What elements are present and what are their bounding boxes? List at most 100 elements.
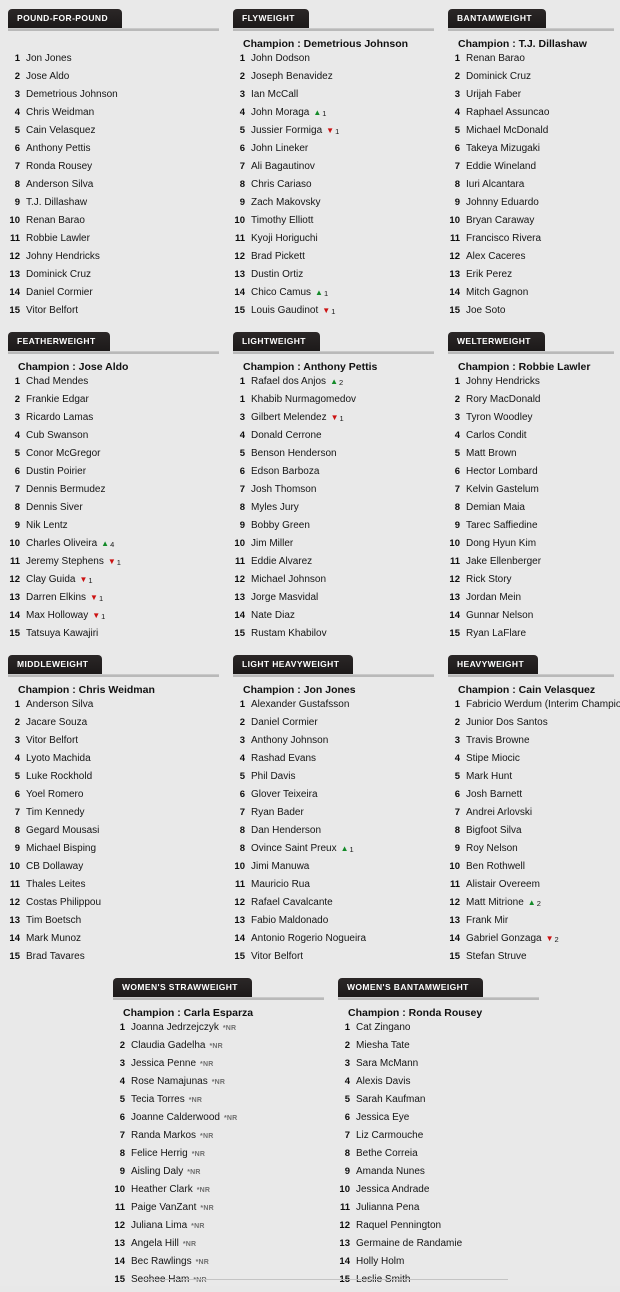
fighter-row[interactable]: 12 Juliana Lima *NR [105, 1220, 330, 1238]
fighter-name[interactable]: Hector Lombard [466, 466, 538, 477]
fighter-name[interactable]: Cub Swanson [26, 430, 88, 441]
fighter-name[interactable]: CB Dollaway [26, 861, 83, 872]
fighter-row[interactable]: 11 Thales Leites [0, 879, 225, 897]
fighter-name[interactable]: Chris Weidman [26, 107, 94, 118]
fighter-name[interactable]: Frank Mir [466, 915, 508, 926]
fighter-row[interactable]: 10 Dong Hyun Kim [440, 538, 620, 556]
fighter-name[interactable]: Rashad Evans [251, 753, 316, 764]
fighter-row[interactable]: 8 Anderson Silva [0, 179, 225, 197]
fighter-name[interactable]: Cat Zingano [356, 1022, 410, 1033]
fighter-name[interactable]: Frankie Edgar [26, 394, 89, 405]
fighter-name[interactable]: Renan Barao [466, 53, 525, 64]
fighter-name[interactable]: Bobby Green [251, 520, 310, 531]
fighter-name[interactable]: Anthony Johnson [251, 735, 328, 746]
fighter-row[interactable]: 13 Fabio Maldonado [225, 915, 440, 933]
fighter-name[interactable]: Tatsuya Kawajiri [26, 628, 98, 639]
fighter-name[interactable]: Iuri Alcantara [466, 179, 524, 190]
division-title-tab[interactable]: BANTAMWEIGHT [448, 9, 546, 28]
fighter-row[interactable]: 6 Dustin Poirier [0, 466, 225, 484]
fighter-row[interactable]: 6 John Lineker [225, 143, 440, 161]
fighter-name[interactable]: Glover Teixeira [251, 789, 318, 800]
fighter-row[interactable]: 11 Robbie Lawler [0, 233, 225, 251]
fighter-row[interactable]: 6 Jessica Eye [330, 1112, 545, 1130]
fighter-row[interactable]: 14 Nate Diaz [225, 610, 440, 628]
fighter-row[interactable]: 5 Benson Henderson [225, 448, 440, 466]
fighter-row[interactable]: 5 Matt Brown [440, 448, 620, 466]
fighter-name[interactable]: Tarec Saffiedine [466, 520, 538, 531]
fighter-name[interactable]: Ryan LaFlare [466, 628, 526, 639]
fighter-name[interactable]: Eddie Alvarez [251, 556, 312, 567]
fighter-name[interactable]: Germaine de Randamie [356, 1238, 462, 1249]
fighter-name[interactable]: Sarah Kaufman [356, 1094, 426, 1105]
fighter-row[interactable]: 15 Stefan Struve [440, 951, 620, 969]
fighter-row[interactable]: 9 Nik Lentz [0, 520, 225, 538]
fighter-row[interactable]: 11 Eddie Alvarez [225, 556, 440, 574]
fighter-row[interactable]: 8 Bethe Correia [330, 1148, 545, 1166]
fighter-row[interactable]: 11 Alistair Overeem [440, 879, 620, 897]
fighter-row[interactable]: 4 John Moraga ▲ 1 [225, 107, 440, 125]
fighter-name[interactable]: Carlos Condit [466, 430, 527, 441]
fighter-row[interactable]: 15 Brad Tavares [0, 951, 225, 969]
fighter-name[interactable]: Charles Oliveira [26, 538, 97, 549]
fighter-row[interactable]: 8 Iuri Alcantara [440, 179, 620, 197]
fighter-row[interactable]: 2 Joseph Benavidez [225, 71, 440, 89]
fighter-name[interactable]: Demian Maia [466, 502, 525, 513]
fighter-name[interactable]: Josh Thomson [251, 484, 316, 495]
fighter-name[interactable]: Aisling Daly [131, 1166, 183, 1177]
fighter-name[interactable]: Luke Rockhold [26, 771, 92, 782]
fighter-name[interactable]: Brad Tavares [26, 951, 85, 962]
fighter-row[interactable]: 6 Edson Barboza [225, 466, 440, 484]
fighter-row[interactable]: 6 Yoel Romero [0, 789, 225, 807]
fighter-name[interactable]: Kyoji Horiguchi [251, 233, 318, 244]
fighter-row[interactable]: 11 Kyoji Horiguchi [225, 233, 440, 251]
fighter-row[interactable]: 15Leslie Smith [330, 1274, 545, 1292]
fighter-name[interactable]: Dong Hyun Kim [466, 538, 536, 549]
fighter-row[interactable]: 15 Rustam Khabilov [225, 628, 440, 646]
fighter-name[interactable]: Clay Guida [26, 574, 75, 585]
fighter-row[interactable]: 15 Vitor Belfort [225, 951, 440, 969]
division-title-tab[interactable]: FEATHERWEIGHT [8, 332, 110, 351]
fighter-row[interactable]: 10 Jimi Manuwa [225, 861, 440, 879]
fighter-name[interactable]: Francisco Rivera [466, 233, 541, 244]
fighter-name[interactable]: Stipe Miocic [466, 753, 520, 764]
fighter-name[interactable]: John Dodson [251, 53, 310, 64]
fighter-name[interactable]: Randa Markos [131, 1130, 196, 1141]
fighter-row[interactable]: 1 Johny Hendricks [440, 376, 620, 394]
fighter-row[interactable]: 1 Anderson Silva [0, 699, 225, 717]
fighter-row[interactable]: 9 Johnny Eduardo [440, 197, 620, 215]
fighter-row[interactable]: 2 Rory MacDonald [440, 394, 620, 412]
fighter-row[interactable]: 14 Gabriel Gonzaga ▼ 2 [440, 933, 620, 951]
fighter-name[interactable]: Gunnar Nelson [466, 610, 533, 621]
fighter-name[interactable]: Darren Elkins [26, 592, 86, 603]
fighter-row[interactable]: 8 Ovince Saint Preux ▲ 1 [225, 843, 440, 861]
fighter-name[interactable]: Rose Namajunas [131, 1076, 208, 1087]
fighter-row[interactable]: 7 Ryan Bader [225, 807, 440, 825]
fighter-row[interactable]: 1 Fabricio Werdum (Interim Champion) [440, 699, 620, 717]
fighter-row[interactable]: 3 Ricardo Lamas [0, 412, 225, 430]
fighter-row[interactable]: 8 Demian Maia [440, 502, 620, 520]
fighter-name[interactable]: T.J. Dillashaw [26, 197, 87, 208]
fighter-row[interactable]: 2 Junior Dos Santos [440, 717, 620, 735]
fighter-row[interactable]: 10 Ben Rothwell [440, 861, 620, 879]
fighter-row[interactable]: 7 Ronda Rousey [0, 161, 225, 179]
fighter-row[interactable]: 10 CB Dollaway [0, 861, 225, 879]
fighter-name[interactable]: Lyoto Machida [26, 753, 91, 764]
fighter-name[interactable]: Jessica Andrade [356, 1184, 429, 1195]
fighter-name[interactable]: Yoel Romero [26, 789, 83, 800]
fighter-row[interactable]: 13 Dominick Cruz [0, 269, 225, 287]
fighter-name[interactable]: Michael Bisping [26, 843, 96, 854]
fighter-name[interactable]: Jon Jones [26, 53, 72, 64]
fighter-row[interactable]: 12 Matt Mitrione ▲ 2 [440, 897, 620, 915]
fighter-row[interactable]: 1 John Dodson [225, 53, 440, 71]
fighter-name[interactable]: Takeya Mizugaki [466, 143, 540, 154]
fighter-row[interactable]: 11 Jake Ellenberger [440, 556, 620, 574]
fighter-name[interactable]: Anderson Silva [26, 179, 93, 190]
fighter-name[interactable]: Johny Hendricks [466, 376, 540, 387]
fighter-row[interactable]: 14 Mitch Gagnon [440, 287, 620, 305]
fighter-row[interactable]: 4 Alexis Davis [330, 1076, 545, 1094]
fighter-row[interactable]: 4 Donald Cerrone [225, 430, 440, 448]
fighter-row[interactable]: 8 Gegard Mousasi [0, 825, 225, 843]
fighter-row[interactable]: 8 Bigfoot Silva [440, 825, 620, 843]
fighter-name[interactable]: Stefan Struve [466, 951, 527, 962]
fighter-row[interactable]: 2 Claudia Gadelha *NR [105, 1040, 330, 1058]
